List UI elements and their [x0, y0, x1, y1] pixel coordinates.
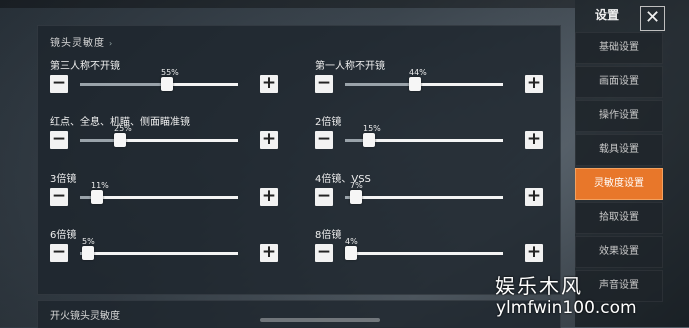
- bottom-section-header: 开火镜头灵敏度: [37, 300, 561, 328]
- sidebar-item[interactable]: 拾取设置: [575, 202, 663, 234]
- slider-track[interactable]: [80, 77, 238, 91]
- setting-label: 2倍镜: [315, 117, 342, 128]
- setting-value: 7%: [350, 181, 363, 190]
- setting-label: 3倍镜: [50, 174, 77, 185]
- increase-button[interactable]: +: [260, 131, 278, 149]
- setting-value: 4%: [345, 237, 358, 246]
- setting-label: 8倍镜: [315, 230, 342, 241]
- increase-button[interactable]: +: [260, 244, 278, 262]
- setting-value: 15%: [363, 124, 381, 133]
- increase-button[interactable]: +: [260, 75, 278, 93]
- decrease-button[interactable]: −: [315, 75, 333, 93]
- increase-button[interactable]: +: [525, 244, 543, 262]
- bottom-section-title: 开火镜头灵敏度: [50, 311, 120, 322]
- slider-thumb[interactable]: [409, 77, 421, 91]
- decrease-button[interactable]: −: [315, 188, 333, 206]
- sensitivity-setting: 2倍镜 − 15% +: [315, 113, 545, 163]
- section-title: 镜头灵敏度 ›: [50, 38, 114, 49]
- slider-thumb[interactable]: [350, 190, 362, 204]
- sidebar-item[interactable]: 基础设置: [575, 32, 663, 64]
- sensitivity-setting: 8倍镜 − 4% +: [315, 226, 545, 276]
- decrease-button[interactable]: −: [50, 188, 68, 206]
- slider-fill: [345, 83, 415, 86]
- setting-value: 44%: [409, 68, 427, 77]
- slider-thumb[interactable]: [82, 246, 94, 260]
- watermark-url: ylmfwin100.com: [496, 298, 637, 318]
- sidebar-item[interactable]: 灵敏度设置: [575, 168, 663, 200]
- slider-fill: [80, 83, 167, 86]
- sidebar-title: 设置: [595, 8, 620, 22]
- watermark-name: 娱乐木风: [495, 274, 583, 298]
- sidebar-item[interactable]: 载具设置: [575, 134, 663, 166]
- slider-track[interactable]: [345, 246, 503, 260]
- setting-label: 第三人称不开镜: [50, 61, 120, 72]
- sidebar-item[interactable]: 操作设置: [575, 100, 663, 132]
- decrease-button[interactable]: −: [315, 244, 333, 262]
- sidebar-item[interactable]: 效果设置: [575, 236, 663, 268]
- sidebar-item[interactable]: 画面设置: [575, 66, 663, 98]
- sensitivity-setting: 3倍镜 − 11% +: [50, 170, 280, 220]
- decrease-button[interactable]: −: [50, 244, 68, 262]
- slider-thumb[interactable]: [91, 190, 103, 204]
- setting-label: 第一人称不开镜: [315, 61, 385, 72]
- slider-track[interactable]: [80, 190, 238, 204]
- slider-thumb[interactable]: [363, 133, 375, 147]
- scroll-handle[interactable]: [260, 318, 380, 322]
- slider-thumb[interactable]: [114, 133, 126, 147]
- slider-track[interactable]: [80, 133, 238, 147]
- increase-button[interactable]: +: [525, 188, 543, 206]
- decrease-button[interactable]: −: [315, 131, 333, 149]
- sensitivity-setting: 红点、全息、机瞄、侧面瞄准镜 −25% +: [50, 113, 280, 163]
- setting-value: 55%: [161, 68, 179, 77]
- sensitivity-setting: 第三人称不开镜 − 55% +: [50, 57, 280, 107]
- decrease-button[interactable]: −: [50, 131, 68, 149]
- setting-value: 11%: [91, 181, 109, 190]
- setting-label: 6倍镜: [50, 230, 77, 241]
- decrease-button[interactable]: −: [50, 75, 68, 93]
- slider-track[interactable]: [345, 77, 503, 91]
- slider-track[interactable]: [80, 246, 238, 260]
- slider-track[interactable]: [345, 133, 503, 147]
- sensitivity-setting: 6倍镜 − 5% +: [50, 226, 280, 276]
- slider-thumb[interactable]: [161, 77, 173, 91]
- slider-track[interactable]: [345, 190, 503, 204]
- sensitivity-setting: 4倍镜、VSS −7% +: [315, 170, 545, 220]
- close-icon: ✕: [644, 7, 661, 28]
- setting-value: 25%: [114, 124, 132, 133]
- increase-button[interactable]: +: [260, 188, 278, 206]
- sensitivity-setting: 第一人称不开镜 − 44% +: [315, 57, 545, 107]
- setting-value: 5%: [82, 237, 95, 246]
- top-bar: [0, 0, 575, 8]
- close-button[interactable]: ✕: [640, 6, 665, 31]
- increase-button[interactable]: +: [525, 75, 543, 93]
- slider-thumb[interactable]: [345, 246, 357, 260]
- increase-button[interactable]: +: [525, 131, 543, 149]
